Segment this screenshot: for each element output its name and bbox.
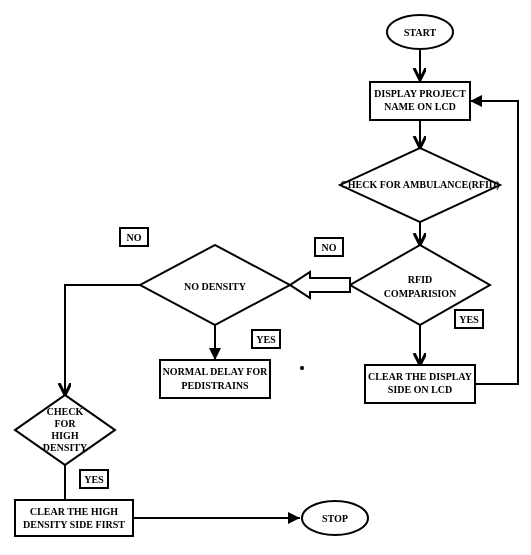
big-arrow-icon: [290, 272, 350, 298]
display-l1: DISPLAY PROJECT: [374, 89, 466, 100]
hd-l1: CHECK: [47, 407, 84, 418]
rfid-l1: RFID: [408, 275, 432, 286]
yes3-text: YES: [84, 475, 104, 486]
node-clear-display: [365, 365, 475, 403]
check-amb-text: CHECK FOR AMBULANCE(RFID): [341, 180, 500, 191]
clear-disp-l2: SIDE ON LCD: [388, 385, 452, 396]
density-text: NO DENSITY: [184, 282, 247, 293]
display-l2: NAME ON LCD: [384, 102, 456, 113]
yes2-text: YES: [256, 335, 276, 346]
edge-feedback: [470, 101, 518, 384]
hd-l4: DENSITY: [43, 443, 88, 454]
node-display: [370, 82, 470, 120]
clear-high-l2: DENSITY SIDE FIRST: [23, 520, 125, 531]
clear-disp-l1: CLEAR THE DISPLAY: [368, 372, 473, 383]
flowchart: START DISPLAY PROJECT NAME ON LCD CHECK …: [0, 0, 531, 555]
stop-text: STOP: [322, 514, 348, 525]
rfid-l2: COMPARISION: [384, 289, 457, 300]
edge-density-high: [65, 285, 140, 395]
hd-l2: FOR: [54, 419, 76, 430]
yes1-text: YES: [459, 315, 479, 326]
no1-text: NO: [127, 233, 142, 244]
no2-text: NO: [322, 243, 337, 254]
hd-l3: HIGH: [51, 431, 78, 442]
normal-l2: PEDISTRAINS: [181, 381, 249, 392]
clear-high-l1: CLEAR THE HIGH: [30, 507, 118, 518]
normal-l1: NORMAL DELAY FOR: [163, 367, 269, 378]
start-text: START: [404, 28, 437, 39]
node-normal-delay: [160, 360, 270, 398]
node-high-density: [15, 395, 115, 465]
dot-icon: [300, 366, 304, 370]
